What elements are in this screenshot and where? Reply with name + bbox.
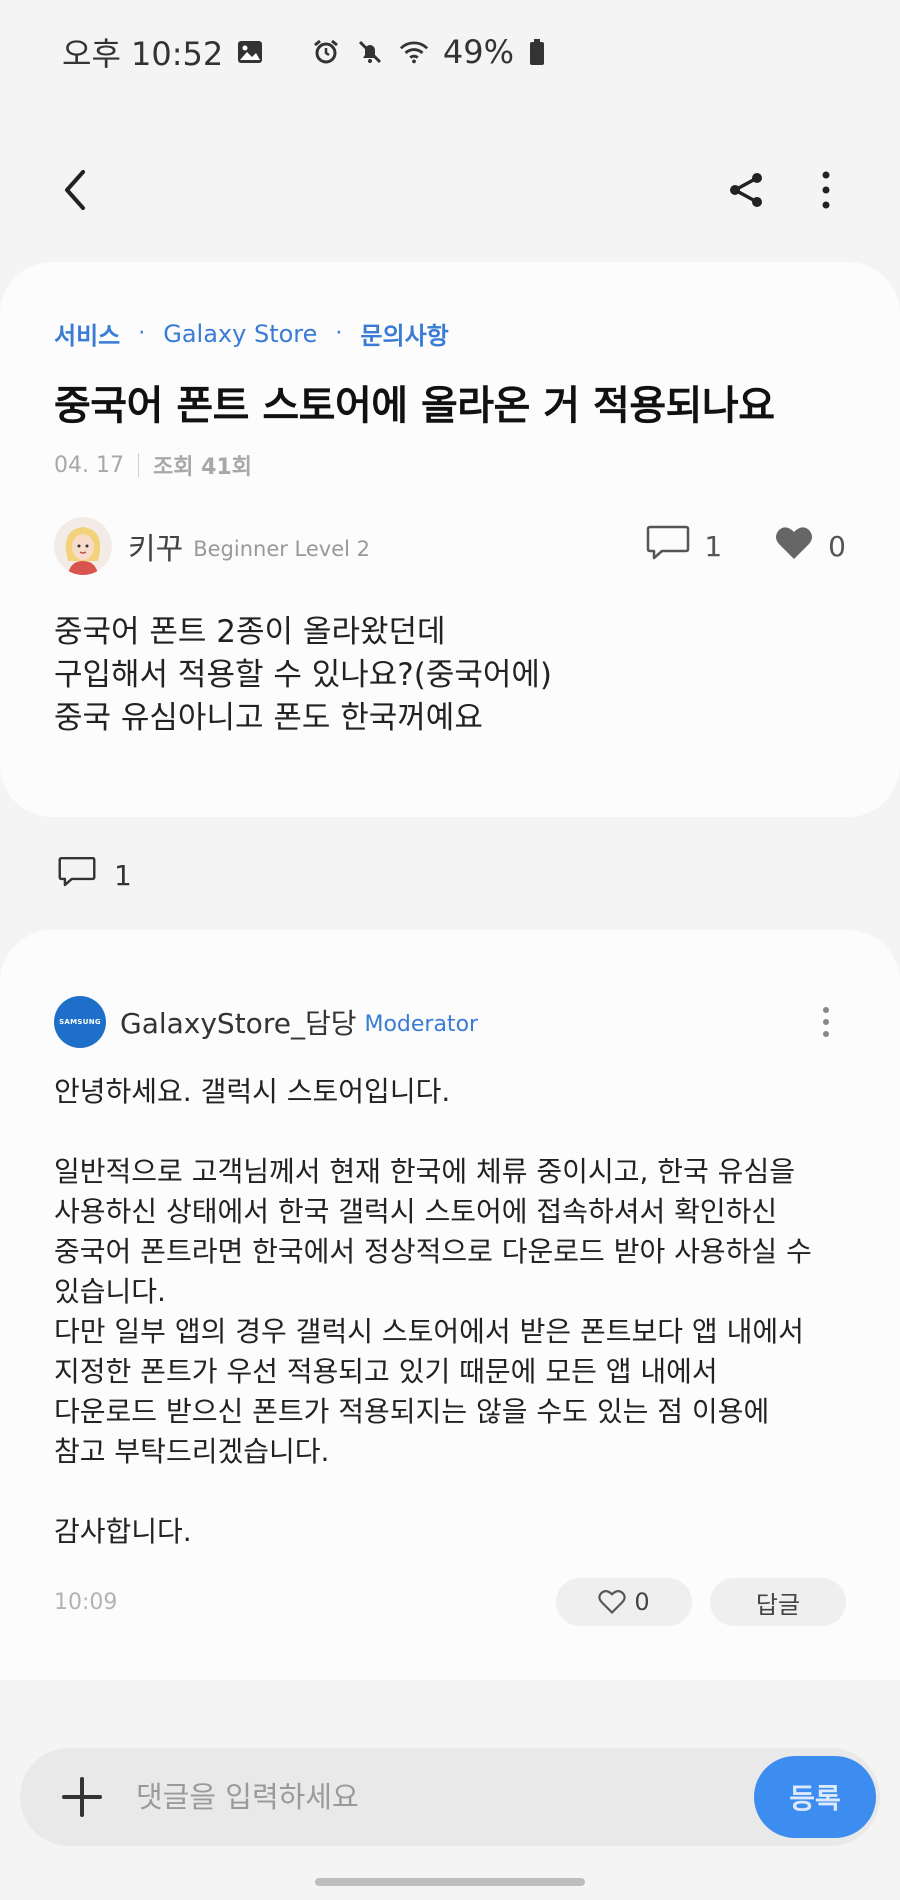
comment-header: SAMSUNG GalaxyStore_담당 Moderator (54, 996, 846, 1048)
comment-line: 있습니다. (54, 1275, 166, 1308)
mute-icon (355, 37, 385, 67)
comment-like-button[interactable]: 0 (556, 1578, 692, 1626)
add-attachment-button[interactable] (60, 1775, 104, 1819)
comment-time: 10:09 (54, 1589, 118, 1615)
more-options-button[interactable] (796, 160, 856, 220)
heart-filled-icon (776, 526, 813, 559)
breadcrumb-board[interactable]: 문의사항 (360, 316, 448, 351)
author-name[interactable]: 키꾸 (128, 524, 183, 568)
battery-percent: 49% (442, 33, 514, 71)
comment-input-bar: 등록 (20, 1748, 880, 1846)
comment-line: 지정한 폰트가 우선 적용되고 있기 때문에 모든 앱 내에서 (54, 1355, 718, 1388)
post-body: 중국어 폰트 2종이 올라왔던데 구입해서 적용할 수 있나요?(중국어에) 중… (54, 611, 846, 740)
breadcrumb: 서비스 · Galaxy Store · 문의사항 (54, 316, 846, 351)
home-indicator[interactable] (315, 1878, 585, 1886)
breadcrumb-separator: · (335, 321, 343, 346)
comment-card: SAMSUNG GalaxyStore_담당 Moderator 안녕하세요. … (0, 930, 900, 1680)
comment-line: 참고 부탁드리겠습니다. (54, 1435, 330, 1468)
post-stats: 1 0 (646, 524, 846, 569)
post-body-line: 구입해서 적용할 수 있나요?(중국어에) (54, 657, 553, 693)
author-row: 키꾸 Beginner Level 2 1 0 (54, 517, 846, 575)
share-button[interactable] (716, 160, 776, 220)
comment-author-name[interactable]: GalaxyStore_담당 (120, 1002, 356, 1042)
breadcrumb-store[interactable]: Galaxy Store (163, 320, 317, 348)
comment-like-count: 0 (634, 1588, 650, 1616)
gallery-icon (235, 37, 265, 67)
battery-icon (528, 37, 546, 67)
comment-author-avatar[interactable]: SAMSUNG (54, 996, 106, 1048)
comment-line: 일반적으로 고객님께서 현재 한국에 체류 중이시고, 한국 유심을 (54, 1155, 795, 1188)
comment-footer: 10:09 0 답글 (54, 1578, 846, 1626)
wifi-icon (399, 37, 429, 67)
comment-body: 안녕하세요. 갤럭시 스토어입니다. 일반적으로 고객님께서 현재 한국에 체류… (54, 1072, 846, 1552)
status-bar: 오후 10:52 49% (0, 0, 900, 104)
top-bar (0, 150, 900, 230)
post-card: 서비스 · Galaxy Store · 문의사항 중국어 폰트 스토어에 올라… (0, 262, 900, 817)
post-views: 조회 41회 (152, 455, 252, 480)
comments-count: 1 (114, 859, 132, 892)
like-button[interactable] (774, 525, 814, 568)
post-comment-count: 1 (704, 529, 723, 563)
comment-icon (58, 855, 96, 896)
comment-closing: 감사합니다. (54, 1515, 192, 1548)
post-body-line: 중국 유심아니고 폰도 한국꺼예요 (54, 700, 483, 736)
heart-outline-icon (598, 1590, 627, 1614)
author-avatar[interactable] (54, 517, 112, 575)
status-time: 오후 10:52 (62, 35, 224, 73)
back-button[interactable] (44, 160, 104, 220)
comments-header: 1 (58, 855, 132, 896)
comment-author-role: Moderator (364, 1011, 479, 1037)
share-icon (730, 173, 762, 207)
post-body-line: 중국어 폰트 2종이 올라왔던데 (54, 614, 446, 650)
post-date: 04. 17 (54, 452, 124, 478)
comment-greeting: 안녕하세요. 갤럭시 스토어입니다. (54, 1075, 451, 1108)
breadcrumb-category[interactable]: 서비스 (54, 316, 120, 351)
post-title: 중국어 폰트 스토어에 올라온 거 적용되나요 (54, 383, 775, 429)
comment-input[interactable] (136, 1780, 696, 1814)
comment-line: 사용하신 상태에서 한국 갤럭시 스토어에 접속하셔서 확인하신 (54, 1195, 778, 1228)
more-vertical-icon (823, 1007, 829, 1037)
comment-more-button[interactable] (806, 1002, 846, 1042)
author-level: Beginner Level 2 (193, 537, 371, 561)
more-vertical-icon (822, 171, 830, 209)
back-icon (65, 170, 85, 210)
post-meta: 04. 17 조회 41회 (54, 449, 846, 481)
post-like-count: 0 (828, 529, 846, 563)
comment-line: 다운로드 받으신 폰트가 적용되지는 않을 수도 있는 점 이용에 (54, 1395, 770, 1428)
comment-icon (646, 524, 690, 569)
meta-divider (137, 453, 139, 477)
comment-line: 다만 일부 앱의 경우 갤럭시 스토어에서 받은 폰트보다 앱 내에서 (54, 1315, 804, 1348)
alarm-icon (311, 37, 341, 67)
submit-button[interactable]: 등록 (754, 1756, 876, 1838)
comment-line: 중국어 폰트라면 한국에서 정상적으로 다운로드 받아 사용하실 수 (54, 1235, 812, 1268)
breadcrumb-separator: · (138, 321, 146, 346)
reply-button[interactable]: 답글 (710, 1578, 846, 1626)
